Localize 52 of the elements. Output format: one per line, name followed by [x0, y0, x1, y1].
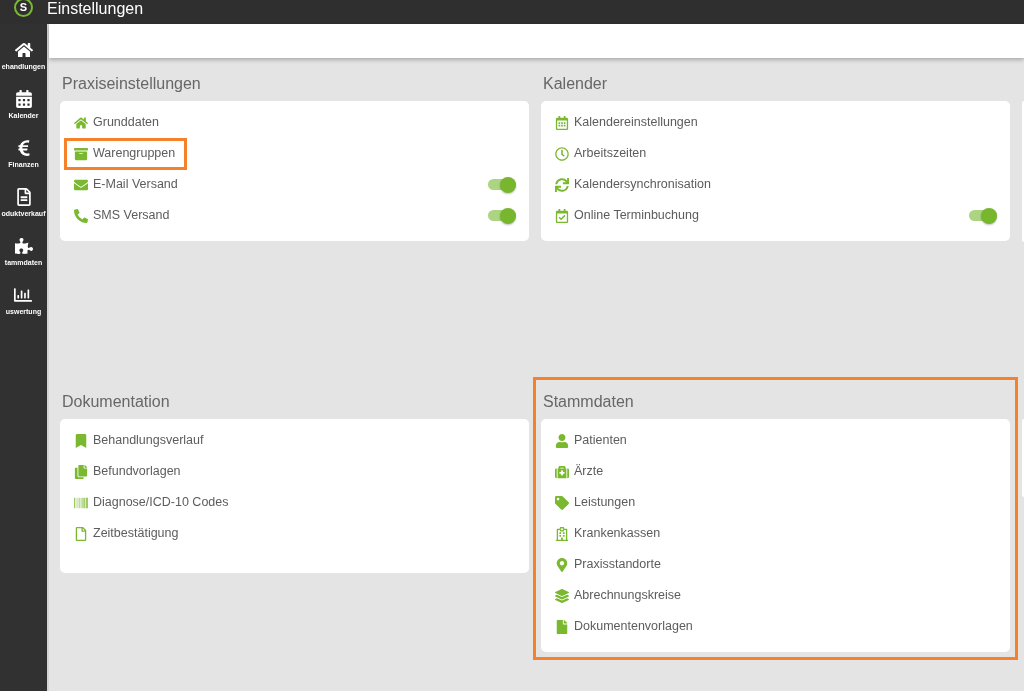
bookmark-icon — [74, 433, 88, 448]
section-title: Dokumentation — [62, 392, 170, 412]
settings-link[interactable]: Befundvorlagen — [64, 455, 193, 488]
document-icon — [14, 188, 33, 206]
puzzle-piece-icon — [14, 237, 33, 255]
file-icon — [555, 619, 569, 634]
settings-link[interactable]: Warengruppen — [64, 137, 188, 170]
section-title: Kalender — [543, 74, 608, 94]
house-icon — [14, 41, 33, 59]
calendar-icon — [14, 90, 33, 108]
medkit-icon — [555, 464, 569, 479]
calendar-check-icon — [555, 208, 569, 223]
settings-link[interactable]: Ärzte — [545, 455, 616, 488]
settings-link[interactable]: E-Mail Versand — [64, 168, 190, 201]
settings-link[interactable]: Arbeitszeiten — [545, 137, 659, 170]
app-logo[interactable]: S — [14, 0, 33, 17]
refresh-icon — [555, 177, 569, 192]
house-icon — [74, 115, 88, 130]
settings-link[interactable]: Zeitbestätigung — [64, 517, 191, 550]
toggle-switch[interactable] — [969, 207, 997, 224]
box-icon — [74, 146, 88, 161]
phone-icon — [74, 208, 88, 223]
settings-link[interactable]: Krankenkassen — [545, 517, 673, 550]
hospital-icon — [555, 526, 569, 541]
bar-chart-icon — [14, 286, 33, 304]
settings-link[interactable]: Online Terminbuchung — [545, 199, 711, 232]
settings-link[interactable]: Behandlungsverlauf — [64, 424, 216, 457]
settings-link[interactable]: Leistungen — [545, 486, 648, 519]
tag-icon — [555, 495, 569, 510]
settings-link[interactable]: SMS Versand — [64, 199, 182, 232]
user-icon — [555, 433, 569, 448]
toggle-switch[interactable] — [488, 176, 516, 193]
settings-link[interactable]: Grunddaten — [64, 106, 172, 139]
section-title: Praxiseinstellungen — [62, 74, 201, 94]
documents-icon — [74, 464, 88, 479]
map-pin-icon — [555, 557, 569, 572]
file-icon — [74, 526, 88, 541]
settings-link[interactable]: Abrechnungskreise — [545, 579, 693, 612]
settings-link[interactable]: Kalendersynchronisation — [545, 168, 723, 201]
page-title: Einstellungen — [47, 0, 144, 18]
section-title: Stammdaten — [543, 392, 634, 412]
barcode-icon — [74, 495, 88, 510]
layers-icon — [555, 588, 569, 603]
toggle-switch[interactable] — [488, 207, 516, 224]
settings-link[interactable]: Patienten — [545, 424, 639, 457]
settings-link[interactable]: Diagnose/ICD-10 Codes — [64, 486, 241, 519]
settings-link[interactable]: Kalendereinstellungen — [545, 106, 710, 139]
settings-link[interactable]: Praxisstandorte — [545, 548, 673, 581]
settings-link[interactable]: Dokumentenvorlagen — [545, 610, 705, 643]
calendar-icon — [555, 115, 569, 130]
envelope-icon — [74, 177, 88, 192]
clock-icon — [555, 146, 569, 161]
